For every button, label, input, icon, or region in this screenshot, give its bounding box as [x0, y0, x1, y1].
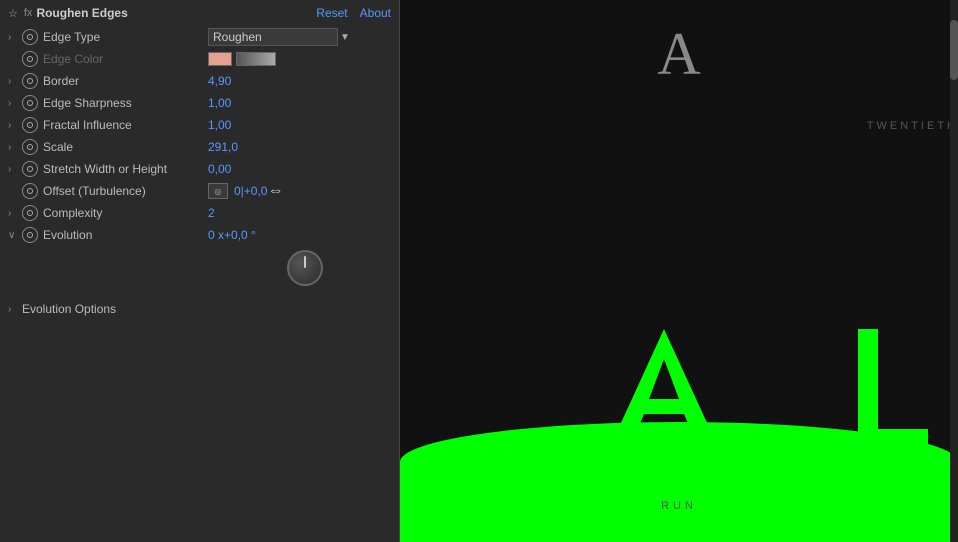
evolution-options-label: Evolution Options [22, 302, 187, 316]
edge-type-icon [22, 29, 38, 45]
complexity-label: Complexity [43, 206, 208, 220]
row-evolution: ∨ Evolution 0 x+0,0 ° [0, 224, 399, 246]
border-icon [22, 73, 38, 89]
dropdown-arrow-icon: ▼ [340, 32, 350, 43]
complexity-icon [22, 205, 38, 221]
fx-label: fx [24, 7, 33, 19]
preview-run-text: RUN [661, 500, 697, 512]
scale-icon [22, 139, 38, 155]
scale-label: Scale [43, 140, 208, 154]
color-swatch-gradient[interactable] [236, 52, 276, 66]
stretch-label: Stretch Width or Height [43, 162, 208, 176]
expand-scale[interactable]: › [8, 142, 22, 153]
expand-fractal-influence[interactable]: › [8, 120, 22, 131]
edge-color-label: Edge Color [43, 52, 208, 66]
border-label: Border [43, 74, 208, 88]
expand-border[interactable]: › [8, 76, 22, 87]
stretch-icon [22, 161, 38, 177]
dial-indicator [304, 256, 306, 268]
row-edge-sharpness: › Edge Sharpness 1,00 [0, 92, 399, 114]
row-stretch: › Stretch Width or Height 0,00 [0, 158, 399, 180]
about-button[interactable]: About [360, 6, 391, 20]
edge-sharpness-label: Edge Sharpness [43, 96, 208, 110]
edge-sharpness-icon [22, 95, 38, 111]
preview-big-a [599, 324, 729, 472]
fractal-influence-value[interactable]: 1,00 [208, 118, 231, 132]
edge-sharpness-value[interactable]: 1,00 [208, 96, 231, 110]
fractal-influence-icon [22, 117, 38, 133]
edge-color-icon [22, 51, 38, 67]
panel-header: ☆ fx Roughen Edges Reset About [0, 0, 399, 26]
offset-value[interactable]: 0|+0,0 [234, 184, 267, 198]
row-scale: › Scale 291,0 [0, 136, 399, 158]
effects-panel: ☆ fx Roughen Edges Reset About › Edge Ty… [0, 0, 400, 542]
color-swatch-primary[interactable] [208, 52, 232, 66]
evolution-value[interactable]: 0 x+0,0 ° [208, 228, 256, 242]
stretch-value[interactable]: 0,00 [208, 162, 231, 176]
offset-controls: ◎ [208, 183, 230, 199]
big-l-svg [848, 324, 938, 454]
evolution-dial-container [0, 246, 399, 290]
scrollbar-thumb[interactable] [950, 20, 958, 80]
offset-label: Offset (Turbulence) [43, 184, 208, 198]
offset-icon [22, 183, 38, 199]
row-border: › Border 4,90 [0, 70, 399, 92]
expand-evolution-options[interactable]: › [8, 304, 22, 315]
row-complexity: › Complexity 2 [0, 202, 399, 224]
offset-target-icon[interactable]: ◎ [208, 183, 228, 199]
scrollbar-track [950, 0, 958, 542]
preview-big-l [848, 324, 938, 472]
preview-letter-a: A [657, 20, 700, 89]
evolution-dial[interactable] [287, 250, 323, 286]
preview-twentieth-text: TWENTIETH [867, 120, 958, 132]
row-edge-type: › Edge Type Roughen Jagged Spiky Rusty B… [0, 26, 399, 48]
edge-type-dropdown-container: Roughen Jagged Spiky Rusty Bumpy Photoco… [208, 28, 350, 46]
row-offset-turbulence: Offset (Turbulence) ◎ 0|+0,0 ⇔ [0, 180, 399, 202]
scale-value[interactable]: 291,0 [208, 140, 238, 154]
expand-stretch[interactable]: › [8, 164, 22, 175]
row-evolution-options: › Evolution Options [0, 298, 399, 320]
evolution-label: Evolution [43, 228, 208, 242]
expand-complexity[interactable]: › [8, 208, 22, 219]
edge-type-label: Edge Type [43, 30, 208, 44]
preview-panel: A TWENTIETH RUN [400, 0, 958, 542]
edge-type-select[interactable]: Roughen Jagged Spiky Rusty Bumpy Photoco… [208, 28, 338, 46]
expand-edge-sharpness[interactable]: › [8, 98, 22, 109]
evolution-icon [22, 227, 38, 243]
complexity-value[interactable]: 2 [208, 206, 215, 220]
border-value[interactable]: 4,90 [208, 74, 231, 88]
big-a-svg [599, 324, 729, 454]
fx-badge: ☆ [8, 7, 18, 20]
row-fractal-influence: › Fractal Influence 1,00 [0, 114, 399, 136]
reset-button[interactable]: Reset [316, 6, 347, 20]
fractal-influence-label: Fractal Influence [43, 118, 208, 132]
row-edge-color: Edge Color [0, 48, 399, 70]
cursor-drag-icon: ⇔ [267, 182, 283, 200]
expand-edge-type[interactable]: › [8, 32, 22, 43]
effect-title: Roughen Edges [36, 6, 316, 20]
expand-evolution[interactable]: ∨ [8, 230, 22, 241]
